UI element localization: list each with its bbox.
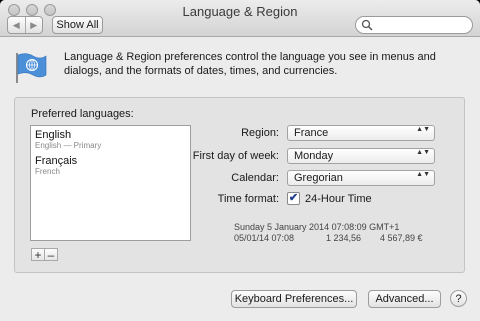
popup-arrows-icon: ▲▼	[416, 126, 430, 133]
advanced-button[interactable]: Advanced...	[368, 290, 441, 308]
keyboard-preferences-button[interactable]: Keyboard Preferences...	[231, 290, 357, 308]
sample-short-date: 05/01/14 07:08	[234, 233, 295, 243]
region-value: France	[294, 127, 329, 139]
title-bar: Language & Region ◀ ▶ Show All	[0, 0, 480, 37]
back-forward-control: ◀ ▶	[7, 16, 43, 34]
search-field[interactable]	[355, 16, 473, 34]
popup-arrows-icon: ▲▼	[416, 149, 430, 156]
first-day-label: First day of week:	[192, 150, 279, 162]
24-hour-time-checkbox[interactable]: ✔	[287, 192, 300, 205]
settings-panel: Preferred languages: English English — P…	[14, 97, 465, 273]
back-button[interactable]: ◀	[8, 17, 25, 33]
forward-button[interactable]: ▶	[24, 17, 43, 33]
add-language-button[interactable]: +	[31, 248, 45, 261]
search-icon	[361, 19, 373, 31]
calendar-value: Gregorian	[294, 172, 343, 184]
calendar-popup[interactable]: Gregorian ▲▼	[287, 170, 435, 186]
list-item[interactable]: Français French	[35, 155, 77, 177]
language-name: Français	[35, 155, 78, 167]
24-hour-time-label[interactable]: 24-Hour Time	[305, 193, 372, 205]
sample-long-date: Sunday 5 January 2014 07:08:09 GMT+1	[234, 222, 400, 232]
popup-arrows-icon: ▲▼	[416, 171, 430, 178]
show-all-button[interactable]: Show All	[52, 16, 103, 34]
remove-language-button[interactable]: –	[44, 248, 58, 261]
region-label: Region:	[241, 127, 279, 139]
preferred-languages-label: Preferred languages:	[31, 108, 134, 120]
first-day-value: Monday	[294, 150, 334, 162]
language-name: English	[35, 129, 72, 141]
sample-number: 1 234,56	[326, 233, 362, 243]
language-detail: French	[35, 167, 60, 176]
intro-description: Language & Region preferences control th…	[64, 51, 436, 77]
preferences-window: Language & Region ◀ ▶ Show All Language …	[0, 0, 480, 321]
language-detail: English — Primary	[35, 141, 102, 150]
search-input[interactable]	[375, 18, 467, 32]
language-flag-icon	[16, 53, 47, 83]
time-format-label: Time format:	[217, 193, 279, 205]
region-popup[interactable]: France ▲▼	[287, 125, 435, 141]
sample-currency: 4 567,89 €	[380, 233, 423, 243]
list-item[interactable]: English English — Primary	[35, 129, 101, 151]
calendar-label: Calendar:	[231, 172, 279, 184]
forward-arrow-icon: ▶	[30, 19, 38, 30]
back-arrow-icon: ◀	[12, 19, 20, 30]
first-day-popup[interactable]: Monday ▲▼	[287, 148, 435, 164]
help-button[interactable]: ?	[450, 290, 467, 307]
